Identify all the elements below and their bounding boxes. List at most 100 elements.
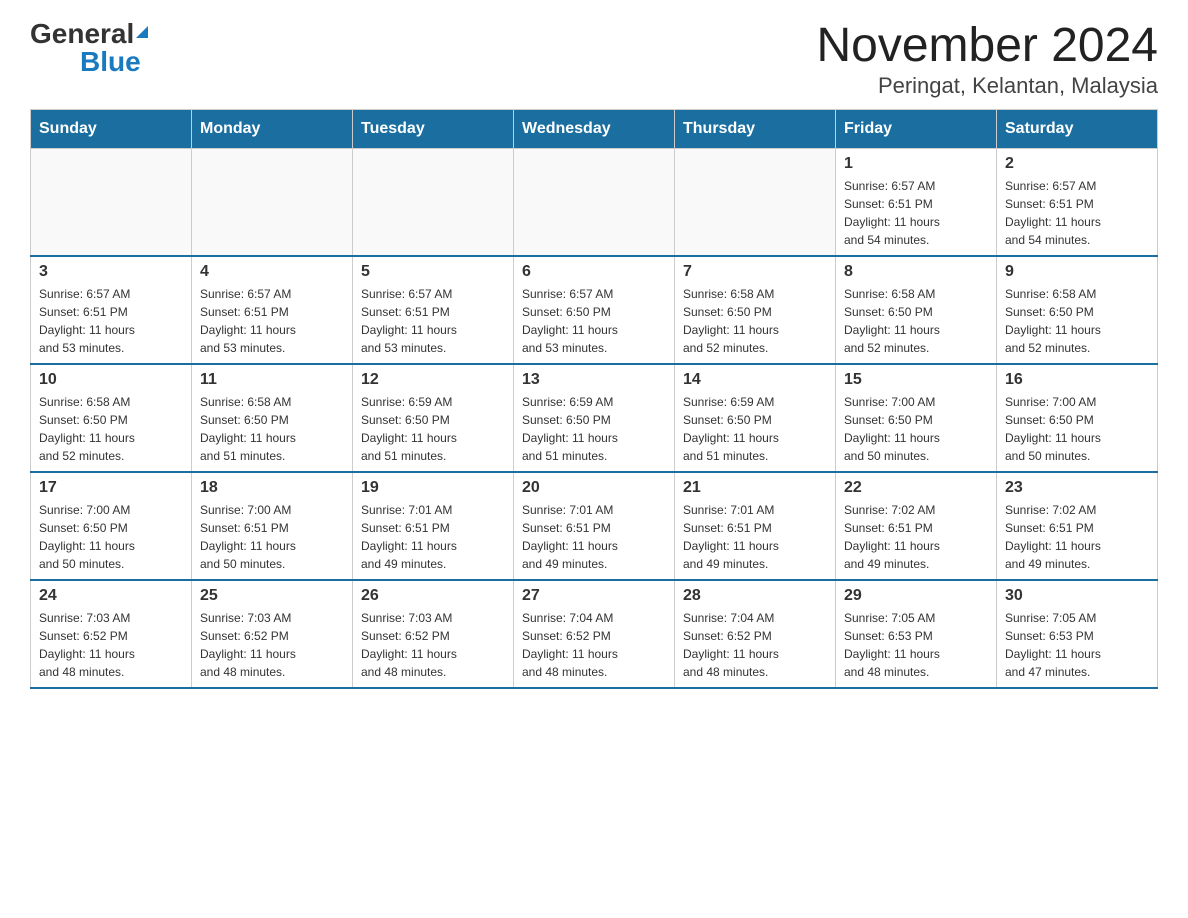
- calendar-cell: [192, 148, 353, 256]
- day-number: 8: [844, 263, 988, 281]
- calendar-cell: 20 Sunrise: 7:01 AM Sunset: 6:51 PM Dayli…: [514, 472, 675, 580]
- day-number: 1: [844, 155, 988, 173]
- day-number: 25: [200, 587, 344, 605]
- calendar-header-row: SundayMondayTuesdayWednesdayThursdayFrid…: [31, 109, 1158, 148]
- calendar-cell: 2 Sunrise: 6:57 AM Sunset: 6:51 PM Daylig…: [997, 148, 1158, 256]
- day-number: 29: [844, 587, 988, 605]
- day-number: 26: [361, 587, 505, 605]
- calendar-cell: 5 Sunrise: 6:57 AM Sunset: 6:51 PM Daylig…: [353, 256, 514, 364]
- day-info: Sunrise: 7:05 AM Sunset: 6:53 PM Dayligh…: [844, 609, 988, 681]
- day-number: 23: [1005, 479, 1149, 497]
- calendar-cell: 6 Sunrise: 6:57 AM Sunset: 6:50 PM Daylig…: [514, 256, 675, 364]
- day-number: 27: [522, 587, 666, 605]
- calendar-cell: 10 Sunrise: 6:58 AM Sunset: 6:50 PM Dayli…: [31, 364, 192, 472]
- calendar-cell: 14Sunrise: 6:59 AM Sunset: 6:50 PM Dayli…: [675, 364, 836, 472]
- day-number: 16: [1005, 371, 1149, 389]
- logo: General Blue: [30, 20, 148, 76]
- day-info: Sunrise: 7:01 AM Sunset: 6:51 PM Dayligh…: [361, 501, 505, 573]
- calendar-cell: 27 Sunrise: 7:04 AM Sunset: 6:52 PM Dayli…: [514, 580, 675, 688]
- calendar-week-row: 3 Sunrise: 6:57 AM Sunset: 6:51 PM Daylig…: [31, 256, 1158, 364]
- calendar-subtitle: Peringat, Kelantan, Malaysia: [816, 73, 1158, 99]
- logo-blue-text: Blue: [80, 46, 141, 77]
- day-number: 15: [844, 371, 988, 389]
- day-info: Sunrise: 6:57 AM Sunset: 6:51 PM Dayligh…: [1005, 177, 1149, 249]
- day-number: 3: [39, 263, 183, 281]
- calendar-title-block: November 2024 Peringat, Kelantan, Malays…: [816, 20, 1158, 99]
- calendar-cell: 18Sunrise: 7:00 AM Sunset: 6:51 PM Dayli…: [192, 472, 353, 580]
- day-number: 12: [361, 371, 505, 389]
- day-number: 14: [683, 371, 827, 389]
- day-info: Sunrise: 7:00 AM Sunset: 6:50 PM Dayligh…: [39, 501, 183, 573]
- page-header: General Blue November 2024 Peringat, Kel…: [30, 20, 1158, 99]
- calendar-cell: 19 Sunrise: 7:01 AM Sunset: 6:51 PM Dayli…: [353, 472, 514, 580]
- day-info: Sunrise: 7:00 AM Sunset: 6:51 PM Dayligh…: [200, 501, 344, 573]
- day-number: 13: [522, 371, 666, 389]
- weekday-header-wednesday: Wednesday: [514, 109, 675, 148]
- calendar-title: November 2024: [816, 20, 1158, 73]
- weekday-header-sunday: Sunday: [31, 109, 192, 148]
- weekday-header-friday: Friday: [836, 109, 997, 148]
- calendar-cell: 1Sunrise: 6:57 AM Sunset: 6:51 PM Daylig…: [836, 148, 997, 256]
- calendar-cell: 7 Sunrise: 6:58 AM Sunset: 6:50 PM Daylig…: [675, 256, 836, 364]
- calendar-cell: 8 Sunrise: 6:58 AM Sunset: 6:50 PM Daylig…: [836, 256, 997, 364]
- day-number: 2: [1005, 155, 1149, 173]
- day-info: Sunrise: 7:03 AM Sunset: 6:52 PM Dayligh…: [39, 609, 183, 681]
- calendar-cell: 4Sunrise: 6:57 AM Sunset: 6:51 PM Daylig…: [192, 256, 353, 364]
- day-number: 7: [683, 263, 827, 281]
- day-info: Sunrise: 7:04 AM Sunset: 6:52 PM Dayligh…: [683, 609, 827, 681]
- calendar-week-row: 10 Sunrise: 6:58 AM Sunset: 6:50 PM Dayli…: [31, 364, 1158, 472]
- day-info: Sunrise: 6:57 AM Sunset: 6:51 PM Dayligh…: [200, 285, 344, 357]
- day-info: Sunrise: 7:02 AM Sunset: 6:51 PM Dayligh…: [844, 501, 988, 573]
- calendar-cell: 23 Sunrise: 7:02 AM Sunset: 6:51 PM Dayli…: [997, 472, 1158, 580]
- day-number: 20: [522, 479, 666, 497]
- logo-general-text: General: [30, 20, 134, 48]
- weekday-header-monday: Monday: [192, 109, 353, 148]
- calendar-table: SundayMondayTuesdayWednesdayThursdayFrid…: [30, 109, 1158, 689]
- calendar-cell: 15 Sunrise: 7:00 AM Sunset: 6:50 PM Dayli…: [836, 364, 997, 472]
- calendar-cell: 29 Sunrise: 7:05 AM Sunset: 6:53 PM Dayli…: [836, 580, 997, 688]
- calendar-cell: 17 Sunrise: 7:00 AM Sunset: 6:50 PM Dayli…: [31, 472, 192, 580]
- calendar-cell: 16 Sunrise: 7:00 AM Sunset: 6:50 PM Dayli…: [997, 364, 1158, 472]
- day-number: 19: [361, 479, 505, 497]
- day-info: Sunrise: 7:03 AM Sunset: 6:52 PM Dayligh…: [361, 609, 505, 681]
- day-number: 5: [361, 263, 505, 281]
- day-number: 9: [1005, 263, 1149, 281]
- day-number: 28: [683, 587, 827, 605]
- day-info: Sunrise: 7:00 AM Sunset: 6:50 PM Dayligh…: [844, 393, 988, 465]
- calendar-cell: [514, 148, 675, 256]
- calendar-cell: [31, 148, 192, 256]
- day-info: Sunrise: 7:05 AM Sunset: 6:53 PM Dayligh…: [1005, 609, 1149, 681]
- weekday-header-thursday: Thursday: [675, 109, 836, 148]
- calendar-cell: 13 Sunrise: 6:59 AM Sunset: 6:50 PM Dayli…: [514, 364, 675, 472]
- calendar-cell: 25 Sunrise: 7:03 AM Sunset: 6:52 PM Dayli…: [192, 580, 353, 688]
- day-info: Sunrise: 6:58 AM Sunset: 6:50 PM Dayligh…: [683, 285, 827, 357]
- day-info: Sunrise: 6:59 AM Sunset: 6:50 PM Dayligh…: [522, 393, 666, 465]
- day-number: 21: [683, 479, 827, 497]
- day-number: 24: [39, 587, 183, 605]
- calendar-cell: 22 Sunrise: 7:02 AM Sunset: 6:51 PM Dayli…: [836, 472, 997, 580]
- day-number: 11: [200, 371, 344, 389]
- day-info: Sunrise: 6:58 AM Sunset: 6:50 PM Dayligh…: [1005, 285, 1149, 357]
- day-number: 6: [522, 263, 666, 281]
- day-number: 10: [39, 371, 183, 389]
- day-info: Sunrise: 7:02 AM Sunset: 6:51 PM Dayligh…: [1005, 501, 1149, 573]
- day-info: Sunrise: 7:03 AM Sunset: 6:52 PM Dayligh…: [200, 609, 344, 681]
- day-info: Sunrise: 6:57 AM Sunset: 6:51 PM Dayligh…: [361, 285, 505, 357]
- day-info: Sunrise: 6:59 AM Sunset: 6:50 PM Dayligh…: [361, 393, 505, 465]
- day-info: Sunrise: 6:58 AM Sunset: 6:50 PM Dayligh…: [844, 285, 988, 357]
- calendar-cell: 12 Sunrise: 6:59 AM Sunset: 6:50 PM Dayli…: [353, 364, 514, 472]
- calendar-week-row: 24 Sunrise: 7:03 AM Sunset: 6:52 PM Dayli…: [31, 580, 1158, 688]
- calendar-week-row: 1 Sunrise: 6:57 AM Sunset: 6:51 PM Daylig…: [31, 148, 1158, 256]
- day-info: Sunrise: 7:00 AM Sunset: 6:50 PM Dayligh…: [1005, 393, 1149, 465]
- calendar-cell: 24 Sunrise: 7:03 AM Sunset: 6:52 PM Dayli…: [31, 580, 192, 688]
- calendar-cell: 21Sunrise: 7:01 AM Sunset: 6:51 PM Dayli…: [675, 472, 836, 580]
- day-info: Sunrise: 6:57 AM Sunset: 6:50 PM Dayligh…: [522, 285, 666, 357]
- calendar-cell: [675, 148, 836, 256]
- calendar-cell: 30Sunrise: 7:05 AM Sunset: 6:53 PM Dayli…: [997, 580, 1158, 688]
- day-info: Sunrise: 7:01 AM Sunset: 6:51 PM Dayligh…: [522, 501, 666, 573]
- day-number: 17: [39, 479, 183, 497]
- day-info: Sunrise: 7:04 AM Sunset: 6:52 PM Dayligh…: [522, 609, 666, 681]
- day-info: Sunrise: 6:58 AM Sunset: 6:50 PM Dayligh…: [39, 393, 183, 465]
- day-number: 22: [844, 479, 988, 497]
- logo-triangle-icon: [136, 26, 148, 38]
